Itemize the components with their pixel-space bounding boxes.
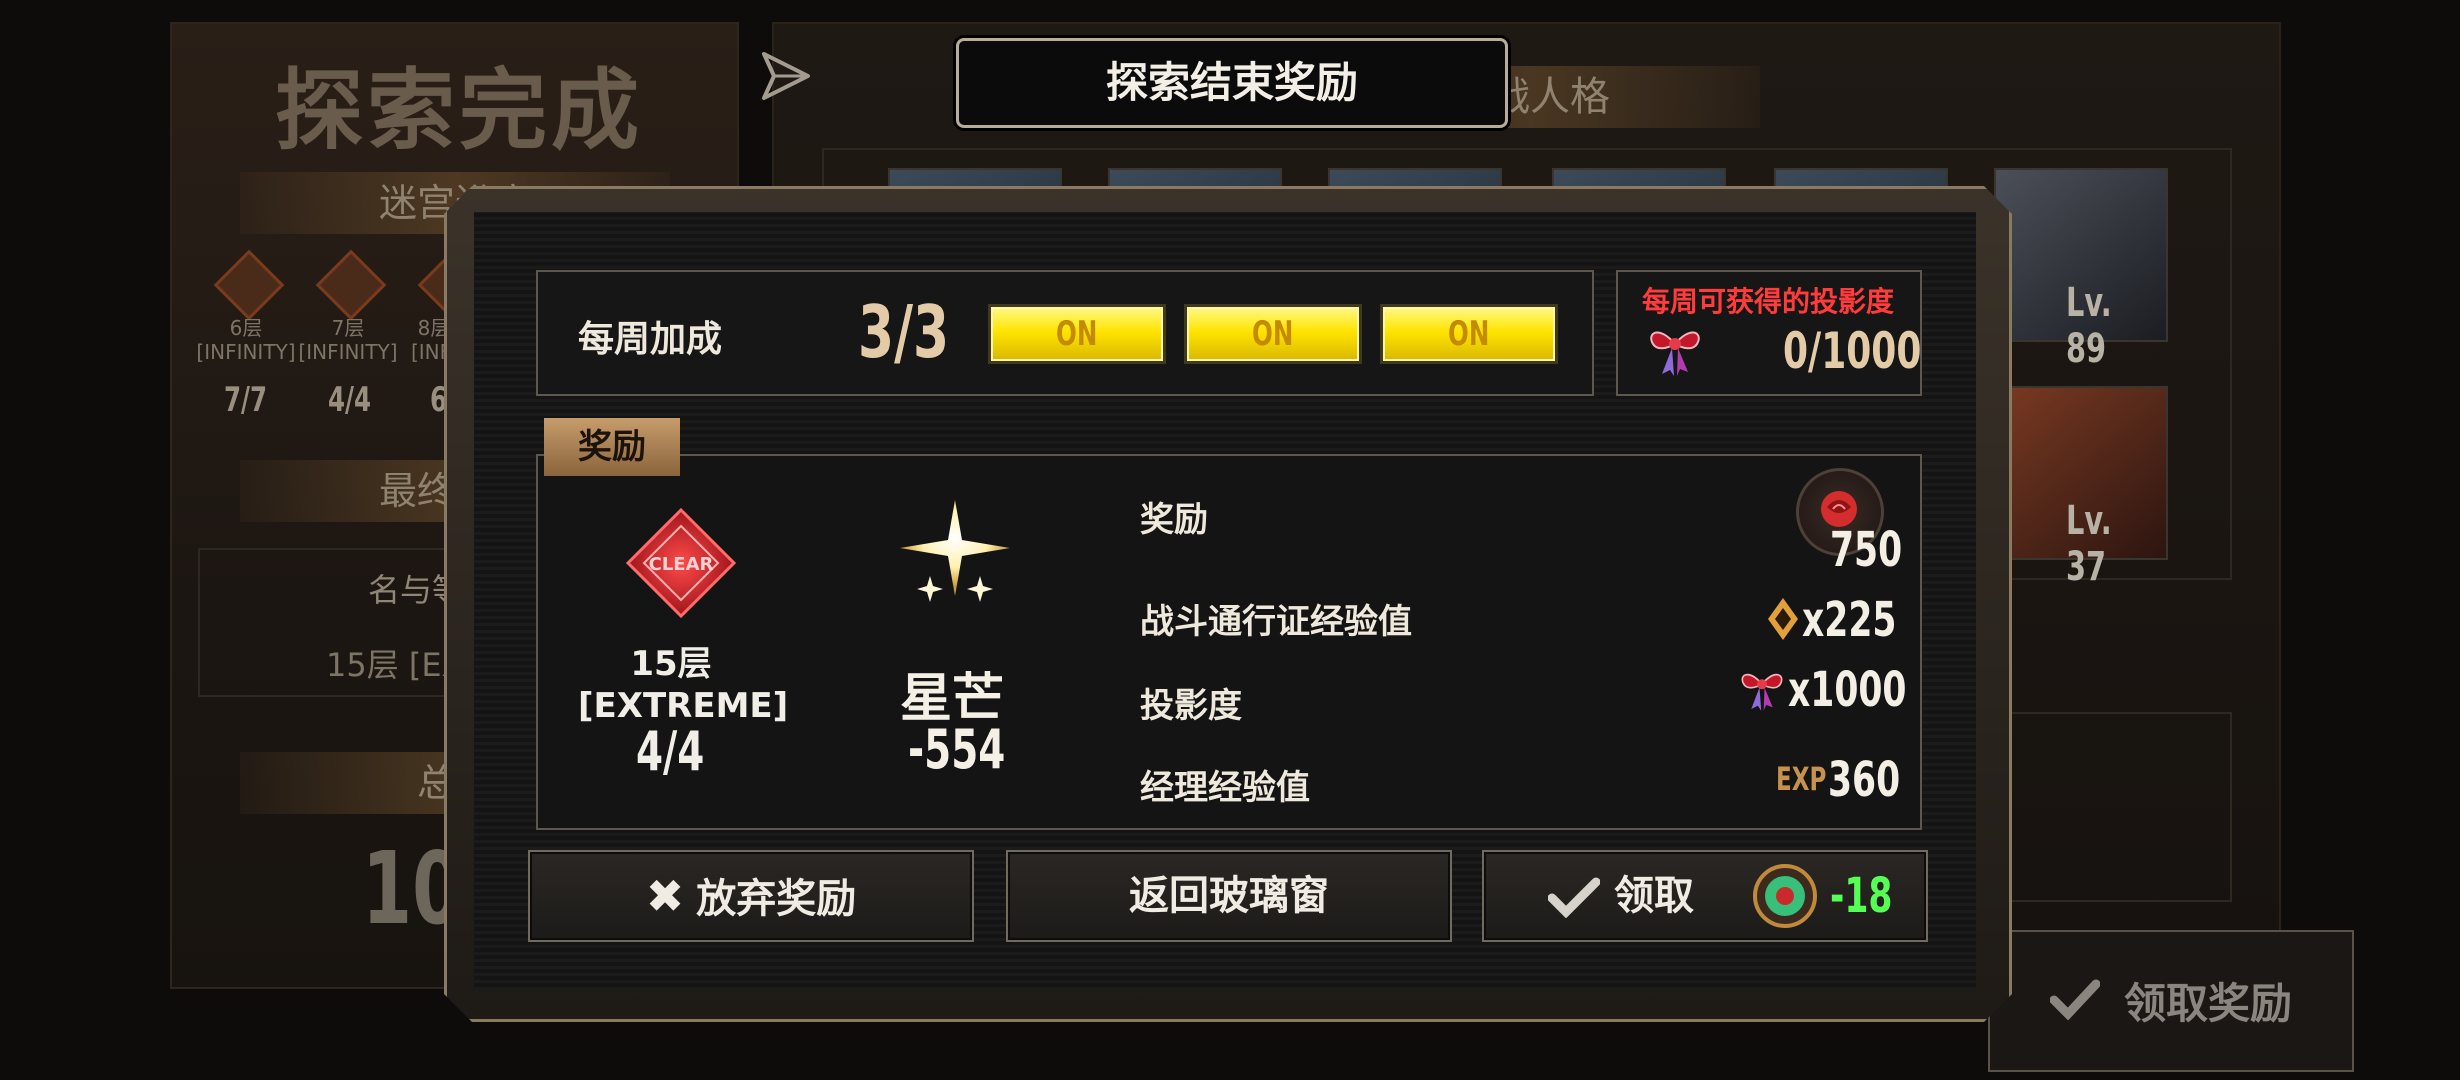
manager-exp-label: 经理经验值 [1140,768,1310,808]
return-to-window-button[interactable]: 返回玻璃窗 [1006,850,1452,942]
floor-name: 15层 [630,644,712,684]
claim-cost-value: -18 [1830,868,1893,924]
claim-label: 领取 [1614,873,1694,919]
close-icon: ✖ [645,869,685,923]
dialog-title: 探索结束奖励 [956,38,1508,128]
battle-pass-exp-label: 战斗通行证经验值 [1140,602,1412,642]
reward-value: 750 [1830,522,1903,578]
persona-level: Lv. 89 [2066,280,2112,372]
clear-emblem-icon: CLEAR [626,508,736,618]
persona-level: Lv. 37 [2066,498,2112,590]
floor-count: 7/7 [224,380,268,420]
check-icon [2050,979,2100,1020]
share-icon[interactable] [758,48,814,104]
battle-pass-icon [1768,598,1798,640]
background-claim-button[interactable]: 领取奖励 [1988,930,2354,1072]
check-icon [1548,877,1600,918]
weekly-toggle-2[interactable]: ON [1184,304,1362,364]
reward-label: 奖励 [1140,500,1208,540]
ribbon-icon [1650,331,1700,376]
ribbon-icon [1741,673,1783,711]
starlight-value: -554 [908,718,1006,781]
abandon-reward-button[interactable]: ✖ 放弃奖励 [528,850,974,942]
persona-portrait[interactable]: Lv. 89 [1994,168,2168,372]
weekly-toggle-3[interactable]: ON [1380,304,1558,364]
reward-tab: 奖励 [544,418,680,476]
battle-pass-exp-value: x225 [1802,592,1897,648]
weekly-projection-title: 每周可获得的投影度 [1642,285,1895,318]
background-title: 探索完成 [275,59,644,162]
persona-portrait[interactable]: Lv. 37 [1994,386,2168,590]
claim-button[interactable]: 领取 -18 [1482,850,1928,942]
background-claim-label: 领取奖励 [2124,979,2293,1028]
starlight-icon [900,500,1010,602]
floor-label: 6层 [INFINITY] [196,316,296,364]
floor-progress: 4/4 [636,720,705,783]
weekly-projection-value: 0/1000 [1783,322,1922,380]
module-cost-icon [1753,864,1817,928]
manager-exp-value: 360 [1828,752,1901,808]
projection-value: x1000 [1788,662,1907,718]
clear-emblem-text: CLEAR [649,554,714,575]
weekly-bonus-label: 每周加成 [578,319,723,360]
projection-label: 投影度 [1140,686,1242,726]
floor-label: 7层 [INFINITY] [298,316,398,364]
weekly-toggle-1[interactable]: ON [988,304,1166,364]
floor-count: 4/4 [328,380,372,420]
weekly-bonus-ratio: 3/3 [858,290,950,374]
